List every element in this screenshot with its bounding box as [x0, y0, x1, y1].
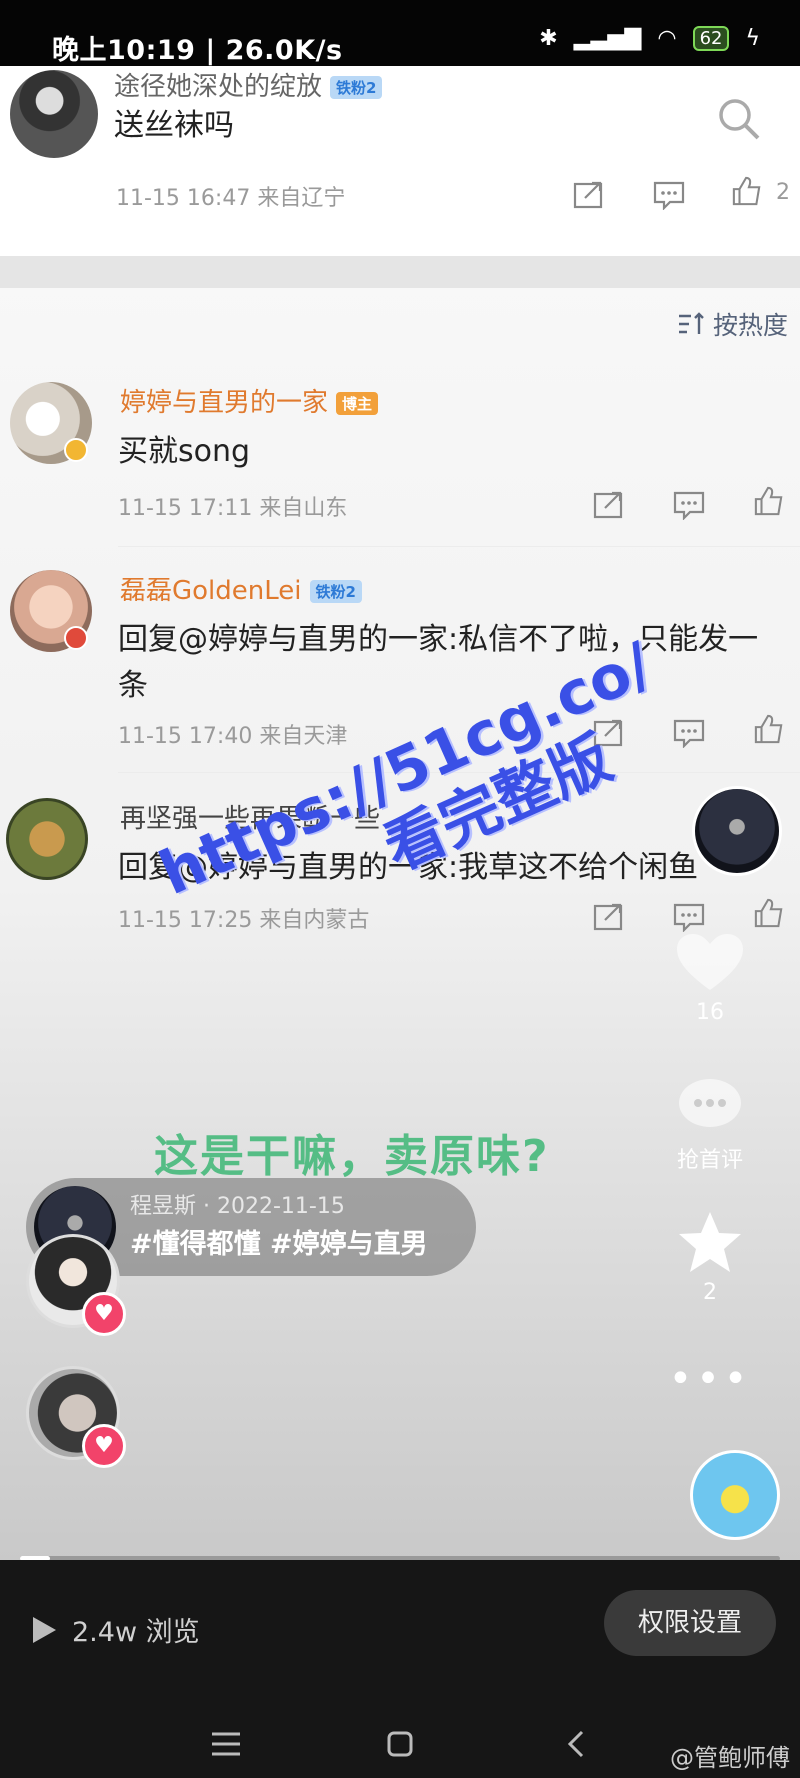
status-icons: ✱ ▂▃▅▇ ◠ 62 ϟ — [539, 26, 760, 51]
search-icon[interactable] — [716, 96, 762, 142]
comment-text: 买就song — [118, 434, 251, 469]
favorite-action[interactable]: 2 — [660, 1210, 760, 1305]
signal-icon: ▂▃▅▇ — [573, 26, 642, 51]
comment-feed[interactable]: 途径她深处的绽放 铁粉2 送丝袜吗 11-15 16:47 来自辽宁 2 按热度 … — [0, 66, 800, 1560]
battery-icon: 62 — [692, 26, 730, 51]
back-icon[interactable] — [546, 1720, 606, 1770]
views-label: 2.4w 浏览 — [72, 1617, 200, 1648]
comment-author[interactable]: 婷婷与直男的一家 博主 — [120, 382, 379, 419]
fan-badge: 铁粉2 — [330, 76, 383, 99]
comment-author-name[interactable]: 婷婷与直男的一家 — [120, 388, 328, 418]
share-icon[interactable] — [592, 902, 626, 932]
post-author-date: 程昱斯 · 2022-11-15 — [130, 1194, 345, 1219]
comment-meta: 11-15 16:47 来自辽宁 — [116, 186, 346, 211]
wifi-icon: ◠ — [657, 26, 677, 51]
section-divider — [0, 256, 800, 288]
avatar[interactable] — [6, 798, 88, 880]
like-icon[interactable] — [752, 714, 786, 744]
weibo-credit: @管鲍师傅 — [670, 1744, 790, 1772]
favorite-count: 2 — [703, 1280, 717, 1305]
permission-settings-button[interactable]: 权限设置 — [604, 1590, 776, 1656]
comment-meta: 11-15 17:11 来自山东 — [118, 496, 348, 521]
avatar[interactable] — [10, 70, 98, 158]
top-comment: 途径她深处的绽放 铁粉2 送丝袜吗 11-15 16:47 来自辽宁 2 — [0, 66, 800, 256]
fan-badge: 铁粉2 — [309, 580, 362, 603]
like-icon[interactable] — [730, 176, 764, 206]
row-divider — [118, 546, 800, 547]
comment-label: 抢首评 — [676, 1148, 743, 1173]
mascot-button[interactable] — [690, 1450, 780, 1540]
bluetooth-icon: ✱ — [539, 26, 558, 51]
comment-icon[interactable] — [672, 490, 706, 520]
star-icon — [679, 1212, 741, 1272]
sort-button[interactable]: 按热度 — [677, 306, 788, 342]
comment-action[interactable]: 抢首评 — [660, 1076, 760, 1174]
comment-text-continued: 条 — [118, 668, 148, 703]
like-action[interactable]: 16 — [660, 932, 760, 1025]
heart-icon: ♥ — [82, 1424, 126, 1468]
share-icon[interactable] — [572, 180, 606, 210]
share-icon[interactable] — [592, 490, 626, 520]
comment-author-name[interactable]: 磊磊GoldenLei — [120, 576, 302, 606]
comment-text: 送丝袜吗 — [114, 108, 234, 143]
heart-icon — [677, 934, 743, 990]
charging-icon: ϟ — [745, 26, 760, 51]
owner-badge: 博主 — [336, 392, 379, 415]
post-tags[interactable]: #懂得都懂 #婷婷与直男 — [130, 1222, 428, 1261]
views-counter: 2.4w 浏览 — [30, 1610, 200, 1649]
comment-author[interactable]: 磊磊GoldenLei 铁粉2 — [120, 570, 362, 607]
like-icon[interactable] — [752, 898, 786, 928]
heart-icon: ♥ — [82, 1292, 126, 1336]
like-count: 16 — [696, 1000, 724, 1025]
verified-badge — [64, 438, 88, 462]
comment-icon[interactable] — [652, 180, 686, 210]
sort-icon — [678, 312, 704, 334]
sort-label: 按热度 — [712, 311, 788, 340]
comment-icon[interactable] — [672, 902, 706, 932]
comment-text: 回复@婷婷与直男的一家:私信不了啦，只能发一 — [118, 622, 759, 657]
home-icon[interactable] — [370, 1720, 430, 1770]
menu-icon[interactable] — [196, 1720, 256, 1770]
comment-author[interactable]: 途径她深处的绽放 铁粉2 — [114, 66, 383, 103]
like-count: 2 — [776, 180, 790, 205]
like-icon[interactable] — [752, 486, 786, 516]
comment-icon — [679, 1079, 741, 1127]
play-icon — [33, 1616, 56, 1643]
status-time: 晚上10:19 | 26.0K/s — [52, 35, 343, 66]
author-avatar[interactable] — [692, 786, 782, 876]
more-icon[interactable]: ••• — [660, 1356, 760, 1402]
comment-author-name[interactable]: 途径她深处的绽放 — [114, 72, 322, 102]
comment-meta: 11-15 17:40 来自天津 — [118, 724, 348, 749]
verified-badge — [64, 626, 88, 650]
video-caption: 这是干嘛，卖原味? — [154, 1131, 550, 1182]
